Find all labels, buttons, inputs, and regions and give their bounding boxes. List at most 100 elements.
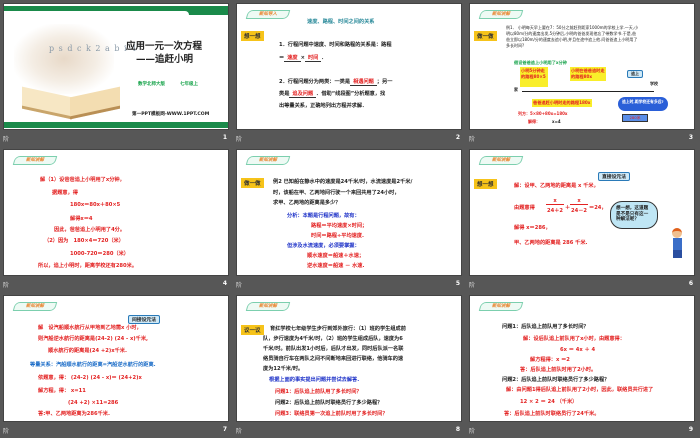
edition-label: 数学北师大版 [138, 82, 165, 87]
slide-2: 新知导入 速度、路程、时间之间的关系 想一想 1．行程问题中速度、时间和路程的关… [236, 3, 462, 130]
question-1: 问题1：后队追上前队用了多长时间？ [275, 389, 362, 395]
transition-icon[interactable]: 阶 [469, 134, 475, 143]
text: ． [321, 55, 327, 61]
transition-icon[interactable]: 阶 [236, 280, 242, 289]
question-cloud: 追上时,距学校还有多远? [618, 97, 668, 111]
thought-cloud: 想一想，这道题是不是只有这一种解法呢？ [610, 201, 658, 229]
text-line: 求甲、乙两地的距离是多少？ [273, 200, 341, 206]
slide-subtitle: ——追赶小明 [136, 54, 194, 65]
text-line: 180x＝80x＋80×5 [70, 202, 121, 208]
slide-thumbnail-3[interactable]: 新知讲解 做一做 例1． 小明每天早上要在7：50分之前赶到距家1000m的学校… [466, 0, 699, 146]
prompt-text: 根据上面的事实提出问题并尝试去解答. [269, 377, 360, 383]
text-line: 问题2：后队追上前队时联络员行了多少路程？ [502, 377, 610, 383]
assumption: 假设爸爸追上小明用了x分钟 [514, 60, 567, 65]
transition-icon[interactable]: 阶 [3, 426, 9, 435]
equation: 列方：5×80+80x=180x [518, 111, 568, 116]
fraction-denominator: 24－2 [570, 208, 588, 214]
text-line: 所以，追上小明时，距离学校还有280米。 [38, 263, 138, 269]
text-line: 出等量关系，正确地列出方程并求解． [279, 103, 368, 109]
fraction-numerator: x [570, 198, 588, 206]
text-line: 答:甲、乙两地距离为286千米. [38, 411, 110, 417]
equality-relation: 等量关系：汽船顺水航行的距离=汽船逆水航行的距离. [30, 362, 156, 368]
think-tag: 想一想 [241, 31, 264, 41]
answer-meeting: 相遇问题 [350, 79, 377, 86]
question-2: 问题2：后队追上前队时联络员行了多少路程？ [275, 400, 383, 406]
think-tag: 想一想 [474, 179, 497, 189]
section-badge: 新知导入 [245, 10, 291, 19]
slide-8: 新知讲解 议一议 育红学校七年级学生步行到郊外旅行：（1）班的学生组成前 队，步… [236, 295, 462, 422]
slide-heading: 速度、路程、时间之间的关系 [307, 19, 375, 25]
slide-thumbnail-2[interactable]: 新知导入 速度、路程、时间之间的关系 想一想 1．行程问题中速度、时间和路程的关… [233, 0, 466, 146]
transition-icon[interactable]: 阶 [236, 134, 242, 143]
text-line: 多长时间? [506, 43, 525, 48]
text-line: 答：后队追上前队时用了2小时。 [520, 367, 597, 373]
label-box: 小明5分钟走的路程80×5 [520, 67, 548, 87]
slide-number: 9 [688, 426, 693, 433]
section-badge: 新知讲解 [12, 156, 58, 165]
slide-thumbnail-6[interactable]: 新知讲解 想一想 直接设元法 解：设甲、乙两地的距离是 x 千米， 由题意得 x… [466, 146, 699, 292]
slide-thumbnail-8[interactable]: 新知讲解 议一议 育红学校七年级学生步行到郊外旅行：（1）班的学生组成前 队，步… [233, 292, 466, 438]
bottom-green-bar [4, 122, 228, 128]
text-line: (24 +2) ×11=286 [68, 400, 119, 406]
slide-number: 2 [455, 134, 460, 141]
section-badge: 新知讲解 [478, 302, 524, 311]
section-badge: 新知讲解 [245, 302, 291, 311]
text-line: （2）因为 180×4＝720（米） [44, 238, 124, 244]
open-book-image [22, 82, 122, 120]
text-line: 则汽船逆水航行的距离是(24-2) (24 - x)千米, [38, 336, 149, 342]
text-line: 育红学校七年级学生步行到郊外旅行：（1）班的学生组成前 [270, 326, 406, 332]
transition-icon[interactable]: 阶 [3, 134, 9, 143]
distance-box: 280米 [622, 114, 648, 122]
text-line: 解：设后队追上前队用了x小时，由题意得： [523, 336, 625, 342]
transition-icon[interactable]: 阶 [3, 280, 9, 289]
solution-value: x=4 [552, 119, 561, 124]
section-badge: 新知讲解 [245, 156, 291, 165]
text-line: 解得 x＝286， [514, 225, 551, 231]
slide-number: 6 [688, 280, 693, 287]
text-line: 问题1：后队追上前队用了多长时间？ [502, 324, 589, 330]
transition-icon[interactable]: 阶 [469, 426, 475, 435]
text-line: 络员骑自行车在两队之间不间断地来回进行联络，他骑车的速 [263, 356, 404, 362]
answer-chase: 追及问题 [289, 91, 317, 98]
text-line: 依题意，得： (24-2) (24 - x)＝ (24+2)x [38, 375, 142, 381]
slide-thumbnail-7[interactable]: 新知讲解 间接设元法 解 设汽船顺水航行从甲地到乙地需x 小时， 则汽船逆水航行… [0, 292, 233, 438]
slide-number: 5 [455, 280, 460, 287]
cartoon-boy-image [668, 228, 688, 260]
slide-number: 7 [222, 426, 227, 433]
text-line: 路程＝平均速度×时间； [311, 223, 368, 229]
section-badge: 新知讲解 [478, 156, 524, 165]
transition-icon[interactable]: 阶 [236, 426, 242, 435]
method-callout: 直接设元法 [598, 172, 630, 181]
text-line: 分析：本题是行程问题，故有： [287, 213, 360, 219]
text-line: 顺水航行的距离是(24 +2)x千米. [48, 348, 127, 354]
section-badge: 新知讲解 [478, 10, 524, 19]
text: ＝24， [589, 205, 607, 211]
slide-thumbnail-1[interactable]: p s d c k 2 a b i 4 应用一元一次方程 ——追赶小明 数学北师… [0, 0, 233, 146]
text-line: 时，该船在甲、乙两地间行驶一个来回共用了24小时， [273, 190, 400, 196]
transition-icon[interactable]: 阶 [469, 280, 475, 289]
catch-point-callout: 追上 [627, 70, 643, 78]
text-line: 爸立即以180m/分的速度去追小明,并且在途中追上他.问爸爸追上小明用了 [506, 37, 638, 42]
question-3: 问题3：联络员第一次追上前队时用了多长时间？ [275, 411, 388, 417]
slide-thumbnail-4[interactable]: 新知讲解 解（1）设爸爸追上小明用了x分钟， 据题意，得 180x＝80x＋80… [0, 146, 233, 292]
answer-speed: 速度 [284, 55, 301, 62]
text: 2．行程问题分为两类：一类是 [279, 79, 351, 85]
slide-number: 3 [688, 134, 693, 141]
label-box: 小明在爸爸追时走的路程80x [570, 67, 606, 81]
slide-thumbnail-9[interactable]: 新知讲解 问题1：后队追上前队用了多长时间？ 解：设后队追上前队用了x小时，由题… [466, 292, 699, 438]
slide-thumbnail-5[interactable]: 新知讲解 做一做 例2 已知船在静水中的速度是24千米/时，水流速度是2千米/ … [233, 146, 466, 292]
text-line: 解：由问题1得后队追上前队用了2小时，因此，联络员共行进了 [506, 387, 654, 393]
floating-letters: p s d c k 2 a b i 4 [49, 44, 138, 53]
text-line: 解：设甲、乙两地的距离是 x 千米， [514, 183, 599, 189]
do-tag: 做一做 [241, 178, 264, 188]
grade-label: 七年级上 [180, 82, 198, 87]
text-line: 12 × 2 ＝ 24 （千米） [520, 399, 578, 405]
text-line: 由题意得 [514, 205, 535, 211]
slide-6: 新知讲解 想一想 直接设元法 解：设甲、乙两地的距离是 x 千米， 由题意得 x… [469, 149, 695, 276]
fraction-numerator: x [546, 198, 564, 206]
text-line: 解（1）设爸爸追上小明用了x分钟， [40, 177, 125, 183]
text: ；另一 [376, 79, 393, 85]
segment-line [522, 91, 654, 92]
text-line: 1．行程问题中速度、时间和路程的关系是：路程 [279, 42, 392, 48]
slide-3: 新知讲解 做一做 例1． 小明每天早上要在7：50分之前赶到距家1000m的学校… [469, 3, 695, 130]
